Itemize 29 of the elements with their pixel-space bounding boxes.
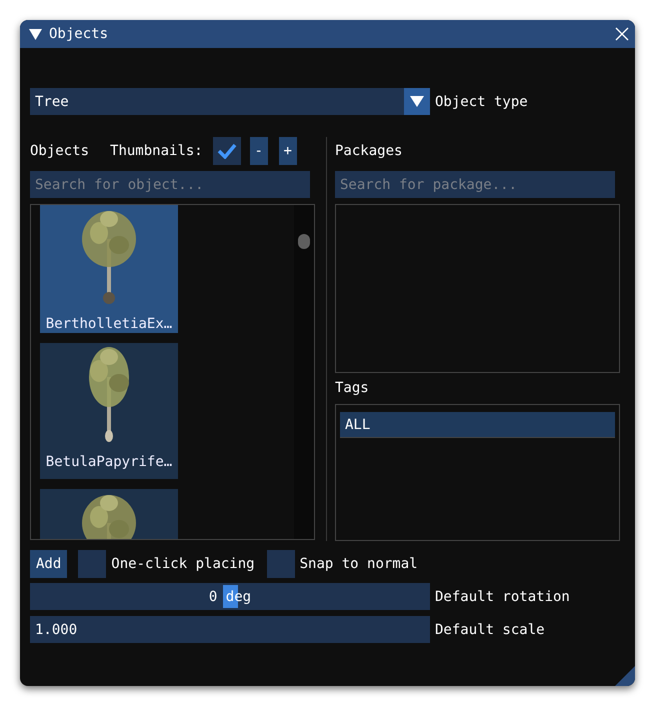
tag-item[interactable]: ALL <box>340 412 615 438</box>
checkbox[interactable] <box>78 550 106 578</box>
window-title: Objects <box>49 26 110 42</box>
resize-grip-icon[interactable] <box>615 666 635 686</box>
dropdown-arrow-icon <box>410 96 424 107</box>
field-label: Default scale <box>435 622 545 638</box>
object-thumbnail[interactable]: BetulaPapyrife… <box>40 343 178 479</box>
decrease-button[interactable]: - <box>250 137 268 165</box>
thumbnails-label: Thumbnails: <box>110 143 203 159</box>
checkbox-label: One-click placing <box>111 556 255 572</box>
search-field[interactable]: Search for object... <box>30 171 310 198</box>
search-field[interactable]: Search for package... <box>335 171 615 198</box>
increase-button[interactable]: + <box>278 137 297 165</box>
add-button[interactable]: Add <box>30 550 68 578</box>
scale-field[interactable]: 1.000 <box>30 616 430 643</box>
section-label: Objects <box>30 143 90 159</box>
checkbox[interactable] <box>266 550 295 578</box>
close-icon[interactable] <box>615 27 629 41</box>
checkbox-label: Snap to normal <box>300 556 418 572</box>
object-thumbnail[interactable]: BertholletiaEx… <box>40 205 178 333</box>
check-icon <box>216 143 237 159</box>
object-type-dropdown[interactable]: Tree <box>30 88 430 115</box>
field-label: Object type <box>435 94 528 110</box>
field-label: Default rotation <box>435 588 570 604</box>
section-label: Tags <box>335 380 370 398</box>
section-label: Packages <box>335 143 402 159</box>
thumbnails-checkbox[interactable] <box>212 137 241 165</box>
collapse-icon[interactable] <box>29 28 42 40</box>
scrollbar[interactable] <box>294 205 314 539</box>
